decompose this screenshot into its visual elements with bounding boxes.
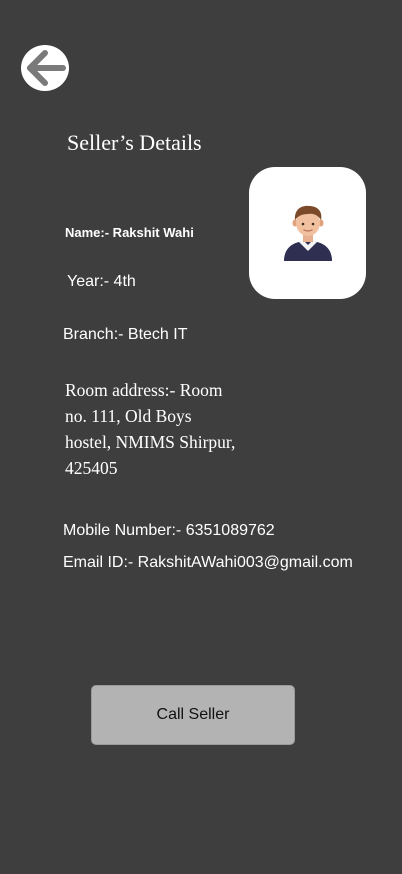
arrow-left-icon [27, 50, 66, 86]
page-title: Seller’s Details [67, 130, 202, 155]
seller-name: Name:- Rakshit Wahi [65, 225, 194, 240]
seller-email: Email ID:- RakshitAWahi003@gmail.com [63, 554, 353, 571]
seller-room-address: Room address:- Room no. 111, Old Boys ho… [65, 380, 236, 478]
back-button[interactable] [21, 45, 69, 91]
seller-mobile: Mobile Number:- 6351089762 [63, 522, 275, 539]
seller-branch: Branch:- Btech IT [63, 326, 188, 343]
call-seller-button[interactable]: Call Seller [91, 685, 295, 745]
seller-year: Year:- 4th [67, 273, 136, 290]
avatar-card [249, 167, 366, 299]
user-avatar-icon [283, 205, 332, 261]
